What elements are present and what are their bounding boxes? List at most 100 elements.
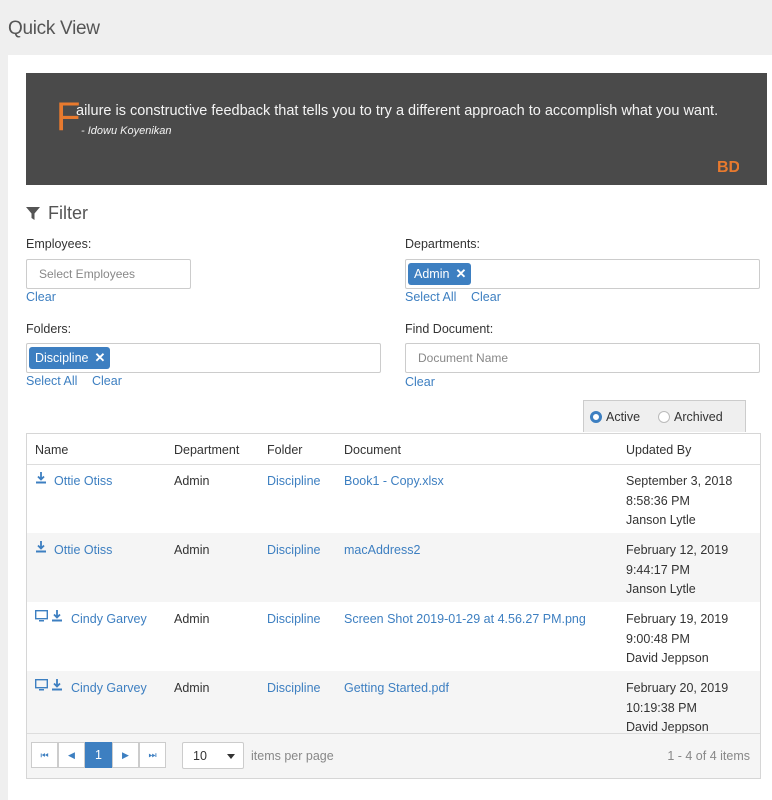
filter-icon: [26, 206, 40, 220]
employees-label: Employees:: [26, 237, 92, 251]
prev-page-icon: ◀: [68, 749, 75, 760]
next-page-button[interactable]: ▶: [112, 742, 139, 768]
folder-link[interactable]: Discipline: [267, 679, 321, 699]
pager-info: 1 - 4 of 4 items: [667, 749, 750, 763]
updated-time: 10:19:38 PM: [626, 700, 697, 715]
department-cell: Admin: [174, 612, 210, 626]
download-icon[interactable]: [51, 679, 63, 691]
department-cell: Admin: [174, 681, 210, 695]
column-header-name[interactable]: Name: [35, 443, 68, 457]
row-action-icons: [35, 541, 47, 553]
departments-clear-link[interactable]: Clear: [471, 290, 501, 304]
folder-link[interactable]: Discipline: [267, 610, 321, 630]
updated-by-cell: September 3, 2018 8:58:36 PM Janson Lytle: [626, 472, 732, 531]
quote-text: ailure is constructive feedback that tel…: [76, 103, 719, 119]
updated-date: February 20, 2019: [626, 681, 729, 695]
archived-radio[interactable]: [658, 410, 671, 423]
document-name-input[interactable]: Document Name: [405, 343, 760, 373]
download-icon[interactable]: [35, 472, 47, 484]
next-page-icon: ▶: [122, 749, 129, 760]
column-header-updated-by[interactable]: Updated By: [626, 443, 691, 457]
document-link[interactable]: Screen Shot 2019-01-29 at 4.56.27 PM.png: [344, 610, 586, 630]
column-header-department[interactable]: Department: [174, 443, 239, 457]
employee-name-link[interactable]: Cindy Garvey: [71, 679, 147, 699]
last-page-icon: ⏭: [148, 749, 157, 760]
updated-by-cell: February 19, 2019 9:00:48 PM David Jeppson: [626, 610, 728, 669]
last-page-button[interactable]: ⏭: [139, 742, 166, 768]
remove-department-tag-icon[interactable]: ✕: [455, 266, 466, 282]
folder-link[interactable]: Discipline: [267, 541, 321, 561]
filter-heading: Filter: [26, 203, 88, 224]
updated-by-user: David Jeppson: [626, 651, 709, 665]
brand-logo-icon: BD: [717, 159, 739, 175]
page-size-value: 10: [193, 748, 207, 763]
download-icon[interactable]: [35, 541, 47, 553]
updated-date: February 19, 2019: [626, 612, 729, 626]
first-page-icon: ⏮: [40, 749, 49, 760]
department-tag-label: Admin: [414, 267, 450, 281]
active-label: Active: [606, 409, 641, 424]
folders-clear-link[interactable]: Clear: [92, 374, 122, 388]
folders-select-all-link[interactable]: Select All: [26, 374, 77, 388]
document-link[interactable]: Getting Started.pdf: [344, 679, 449, 699]
department-cell: Admin: [174, 474, 210, 488]
departments-input[interactable]: Admin ✕: [405, 259, 760, 289]
active-radio-option[interactable]: Active: [590, 410, 640, 424]
document-link[interactable]: macAddress2: [344, 541, 420, 561]
updated-date: February 12, 2019: [626, 543, 729, 557]
documents-grid: Name Department Folder Document Updated …: [26, 433, 761, 779]
chevron-down-icon: [227, 754, 235, 759]
document-link[interactable]: Book1 - Copy.xlsx: [344, 472, 444, 492]
table-row: Cindy Garvey Admin Discipline Screen Shot 2…: [27, 602, 760, 671]
folder-link[interactable]: Discipline: [267, 472, 321, 492]
quote-author: - Idowu Koyenikan: [81, 125, 172, 137]
column-header-folder[interactable]: Folder: [267, 443, 302, 457]
updated-time: 9:44:17 PM: [626, 562, 690, 577]
column-header-document[interactable]: Document: [344, 443, 401, 457]
find-document-label: Find Document:: [405, 322, 494, 336]
folders-input[interactable]: Discipline ✕: [26, 343, 381, 373]
updated-by-user: Janson Lytle: [626, 513, 696, 527]
monitor-icon[interactable]: [35, 679, 48, 691]
updated-date: September 3, 2018: [626, 474, 733, 488]
svg-text:BD: BD: [717, 159, 739, 175]
download-icon[interactable]: [51, 610, 63, 622]
active-radio[interactable]: [590, 410, 602, 423]
table-row: Ottie Otiss Admin Discipline macAddress2 Feb…: [27, 533, 760, 602]
employees-input[interactable]: Select Employees: [26, 259, 191, 289]
filter-title: Filter: [48, 203, 88, 223]
quote-banner: F ailure is constructive feedback that t…: [26, 73, 767, 185]
table-row: Cindy Garvey Admin Discipline Getting Start…: [27, 671, 760, 740]
updated-by-cell: February 20, 2019 10:19:38 PM David Jeppso…: [626, 679, 728, 738]
archived-label: Archived: [674, 409, 723, 424]
updated-time: 8:58:36 PM: [626, 493, 690, 508]
page-number-button[interactable]: 1: [85, 742, 112, 768]
departments-select-all-link[interactable]: Select All: [405, 290, 456, 304]
employee-name-link[interactable]: Ottie Otiss: [54, 472, 112, 492]
department-tag: Admin ✕: [408, 263, 472, 285]
departments-label: Departments:: [405, 237, 481, 251]
row-action-icons: [35, 610, 63, 622]
updated-time: 9:00:48 PM: [626, 631, 690, 646]
monitor-icon[interactable]: [35, 610, 48, 622]
row-action-icons: [35, 679, 63, 691]
grid-header: Name Department Folder Document Updated …: [27, 434, 760, 465]
status-toggle: Active Archived: [583, 400, 746, 432]
main-panel: F ailure is constructive feedback that t…: [8, 55, 772, 800]
page-size-select[interactable]: 10: [182, 742, 244, 769]
remove-folder-tag-icon[interactable]: ✕: [95, 350, 106, 366]
pager: ⏮ ◀ 1 ▶ ⏭ 10 items per page 1 - 4 of 4 i…: [27, 733, 760, 778]
department-cell: Admin: [174, 543, 210, 557]
archived-radio-option[interactable]: Archived: [658, 410, 723, 424]
items-per-page-label: items per page: [251, 749, 334, 763]
row-action-icons: [35, 472, 47, 484]
folder-tag-label: Discipline: [35, 351, 89, 365]
employee-name-link[interactable]: Cindy Garvey: [71, 610, 147, 630]
folder-tag: Discipline ✕: [29, 347, 111, 369]
page-title: Quick View: [8, 18, 100, 39]
find-document-clear-link[interactable]: Clear: [405, 375, 435, 389]
employees-clear-link[interactable]: Clear: [26, 290, 56, 304]
employee-name-link[interactable]: Ottie Otiss: [54, 541, 112, 561]
first-page-button[interactable]: ⏮: [31, 742, 58, 768]
prev-page-button[interactable]: ◀: [58, 742, 85, 768]
